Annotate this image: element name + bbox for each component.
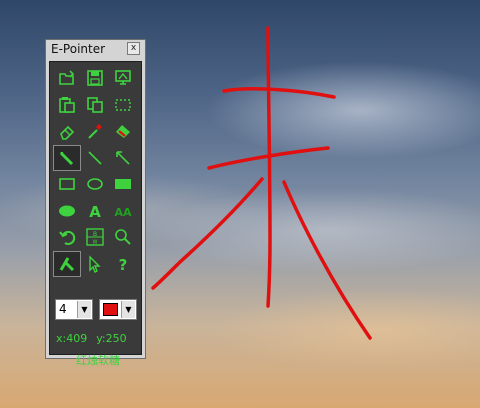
filled-ellipse-button[interactable] bbox=[53, 198, 81, 225]
undo-icon bbox=[59, 231, 76, 246]
svg-text:B: B bbox=[93, 231, 97, 238]
eraser-icon bbox=[60, 126, 75, 141]
board-button[interactable]: BW bbox=[81, 224, 109, 251]
help-icon: ? bbox=[119, 256, 128, 273]
select-rect-icon bbox=[115, 99, 131, 111]
paste-button[interactable] bbox=[53, 92, 81, 119]
text-button[interactable]: A bbox=[81, 198, 109, 225]
magnifier-icon bbox=[115, 229, 131, 245]
tool-grid: A AA BW ? bbox=[53, 65, 137, 277]
ink-stroke bbox=[266, 26, 272, 308]
eraser-button[interactable] bbox=[53, 118, 81, 145]
tool-panel: A AA BW ? 4 ▼ ▼ x:409 y:250 红烛软糖 bbox=[49, 61, 142, 367]
filled-rect-button[interactable] bbox=[109, 171, 137, 198]
window-title: E-Pointer bbox=[51, 42, 106, 56]
undo-button[interactable] bbox=[53, 224, 81, 251]
svg-text:?: ? bbox=[119, 256, 128, 273]
filled-rect-icon bbox=[115, 179, 131, 190]
save-button[interactable] bbox=[81, 65, 109, 92]
copy-icon bbox=[87, 96, 103, 113]
pen-size-select[interactable]: 4 ▼ bbox=[55, 299, 93, 320]
paste-icon bbox=[59, 96, 75, 113]
pointer-icon bbox=[89, 255, 101, 273]
close-button[interactable]: x bbox=[127, 42, 140, 55]
text-style-icon: AA bbox=[114, 206, 132, 219]
pen-color-swatch bbox=[103, 303, 118, 316]
help-button[interactable]: ? bbox=[109, 251, 137, 278]
ink-stroke bbox=[282, 180, 372, 340]
screen-button[interactable] bbox=[109, 65, 137, 92]
magnifier-button[interactable] bbox=[109, 224, 137, 251]
highlighter-icon bbox=[59, 256, 75, 271]
open-button[interactable] bbox=[53, 65, 81, 92]
cursor-y: y:250 bbox=[96, 332, 127, 345]
board-icon: BW bbox=[86, 228, 104, 246]
ellipse-button[interactable] bbox=[81, 171, 109, 198]
clear-icon bbox=[116, 125, 130, 139]
copy-button[interactable] bbox=[81, 92, 109, 119]
title-bar[interactable]: E-Pointer x bbox=[46, 40, 145, 60]
chevron-down-icon: ▼ bbox=[77, 301, 91, 318]
screen-icon bbox=[115, 70, 131, 86]
rect-button[interactable] bbox=[53, 171, 81, 198]
clear-button[interactable] bbox=[109, 118, 137, 145]
pen-controls: 4 ▼ ▼ bbox=[55, 299, 139, 321]
select-rect-button[interactable] bbox=[109, 92, 137, 119]
line-icon bbox=[88, 151, 102, 165]
arrow-line-icon bbox=[116, 150, 130, 165]
pencil-button[interactable] bbox=[53, 144, 81, 171]
brand-caption: 红烛软糖 bbox=[76, 354, 120, 367]
epointer-toolbar-window: E-Pointer x A AA B W ? 4 ▼ ▼ x:409 y:250… bbox=[45, 39, 146, 367]
ink-stroke bbox=[151, 177, 264, 290]
pen-color-select[interactable]: ▼ bbox=[99, 299, 137, 320]
pencil-icon bbox=[59, 151, 74, 165]
line-button[interactable] bbox=[81, 145, 109, 172]
svg-text:AA: AA bbox=[114, 206, 132, 219]
save-icon bbox=[87, 70, 103, 87]
open-icon bbox=[59, 70, 75, 86]
dropper-icon bbox=[88, 124, 102, 139]
rect-icon bbox=[59, 178, 75, 191]
dropper-button[interactable] bbox=[81, 118, 109, 145]
svg-text:W: W bbox=[93, 240, 98, 246]
ellipse-icon bbox=[87, 178, 103, 191]
highlighter-button[interactable] bbox=[53, 250, 81, 277]
filled-ellipse-icon bbox=[59, 205, 75, 217]
svg-text:A: A bbox=[89, 203, 101, 220]
text-icon: A bbox=[89, 203, 101, 220]
ink-stroke bbox=[222, 87, 336, 99]
pen-size-value: 4 bbox=[59, 302, 67, 316]
cursor-x: x:409 bbox=[56, 332, 88, 345]
chevron-down-icon: ▼ bbox=[121, 301, 135, 318]
pointer-button[interactable] bbox=[81, 251, 109, 278]
cursor-coordinates: x:409 y:250 bbox=[56, 332, 140, 345]
arrow-line-button[interactable] bbox=[109, 145, 137, 172]
text-style-button[interactable]: AA bbox=[109, 198, 137, 225]
